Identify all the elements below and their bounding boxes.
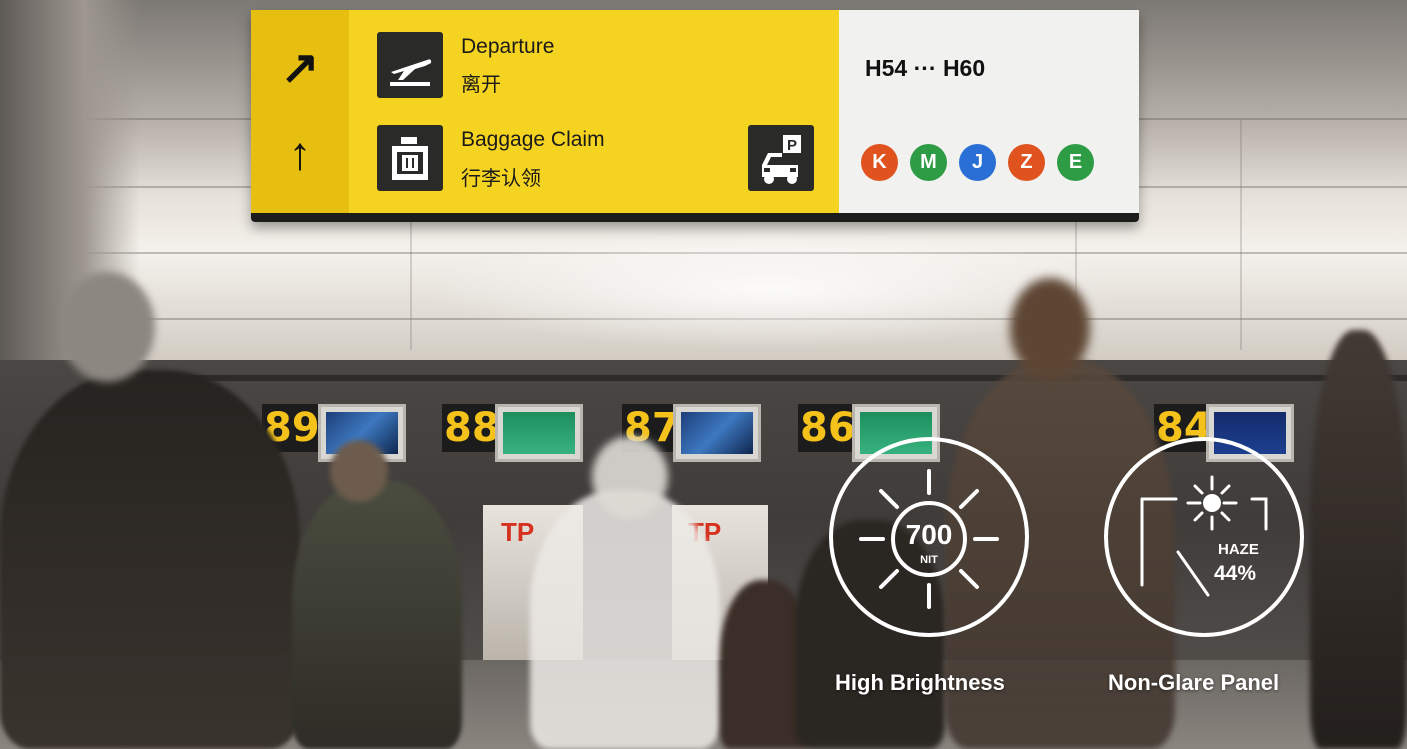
arrow-up-right-icon: ↗ [280, 41, 320, 93]
taxi-parking-icon: P [748, 125, 814, 191]
counter-monitor [673, 404, 761, 462]
traveller [530, 490, 720, 749]
line-badge-m: M [910, 144, 947, 181]
line-badge-j: J [959, 144, 996, 181]
sign-gates-panel: H54 ··· H60 K M J Z E [839, 10, 1139, 213]
line-badge-e: E [1057, 144, 1094, 181]
line-badge-z: Z [1008, 144, 1045, 181]
baggage-icon [377, 125, 443, 191]
sign-destinations: Departure 离开 Baggage Claim 行李认领 P [349, 10, 839, 213]
brightness-label: High Brightness [835, 670, 1005, 695]
airplane-departure-icon [377, 32, 443, 98]
departure-label-zh: 离开 [461, 74, 501, 96]
traveller-head [60, 272, 155, 382]
traveller [292, 480, 462, 749]
ceiling-seam [1240, 120, 1242, 350]
anti-glare-icon [1140, 475, 1268, 597]
haze-label: HAZE [1218, 541, 1259, 558]
arrow-up-icon: ↑ [288, 127, 312, 179]
line-badge-k: K [861, 144, 898, 181]
departure-label-en: Departure [461, 35, 555, 58]
counter-number: 88 [442, 404, 502, 452]
traveller [0, 370, 300, 749]
sign-arrow-column: ↗ ↑ [251, 10, 349, 213]
ceiling-rail [160, 375, 1407, 381]
counter-monitor [495, 404, 583, 462]
haze-value: 44% [1214, 562, 1257, 585]
traveller-head [330, 440, 388, 502]
wayfinding-sign: ↗ ↑ Departure 离开 Baggage Claim 行李认领 P H5… [251, 10, 1139, 222]
baggage-label-en: Baggage Claim [461, 128, 605, 151]
baggage-label-zh: 行李认领 [461, 168, 541, 190]
brightness-unit: NIT [920, 554, 938, 566]
traveller-head [592, 436, 668, 518]
kiosk-logo: TP [501, 517, 535, 547]
non-glare-feature: HAZE 44% Non-Glare Panel [1100, 437, 1340, 707]
non-glare-label: Non-Glare Panel [1108, 670, 1280, 695]
traveller-head [1010, 278, 1090, 378]
brightness-feature: 700 NIT High Brightness [827, 437, 1067, 707]
airport-scene: 89 88 87 86 84 8 TP TP ↗ ↑ [0, 0, 1407, 749]
gate-range: H54 ··· H60 [865, 55, 986, 81]
svg-text:P: P [787, 137, 797, 154]
brightness-value: 700 [905, 519, 953, 550]
